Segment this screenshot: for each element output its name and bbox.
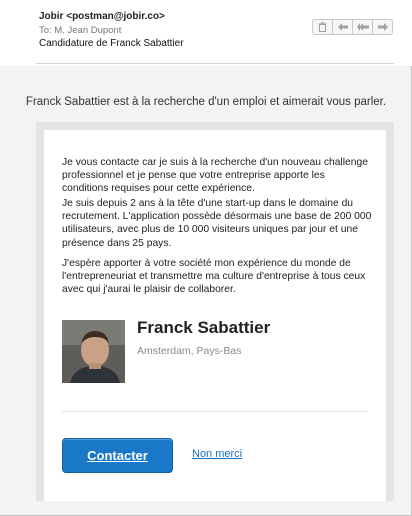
email-tagline: Franck Sabattier est à la recherche d'un… xyxy=(25,96,387,108)
header-divider xyxy=(36,63,394,64)
email-subject: Candidature de Franck Sabattier xyxy=(39,38,184,49)
message-toolbar xyxy=(312,19,393,35)
reply-all-icon[interactable] xyxy=(352,19,373,35)
message-paragraph-3: J'espère apporter à votre société mon ex… xyxy=(62,258,366,296)
recipient: To: M. Jean Dupont xyxy=(39,25,122,36)
sender: Jobir <postman@jobir.co> xyxy=(39,11,165,22)
decline-link[interactable]: Non merci xyxy=(192,448,242,460)
message-paragraph-2: Je suis depuis 2 ans à la tête d'une sta… xyxy=(62,198,372,249)
contact-button[interactable]: Contacter xyxy=(62,438,173,473)
forward-icon[interactable] xyxy=(372,19,393,35)
email-header: Jobir <postman@jobir.co> To: M. Jean Dup… xyxy=(0,0,412,66)
trash-icon[interactable] xyxy=(312,19,333,35)
card-divider xyxy=(62,411,368,412)
candidate-name: Franck Sabattier xyxy=(137,318,271,337)
avatar xyxy=(62,320,125,383)
reply-icon[interactable] xyxy=(332,19,353,35)
candidate-location: Amsterdam, Pays-Bas xyxy=(137,345,242,357)
message-paragraph-1: Je vous contacte car je suis à la recher… xyxy=(62,157,368,195)
